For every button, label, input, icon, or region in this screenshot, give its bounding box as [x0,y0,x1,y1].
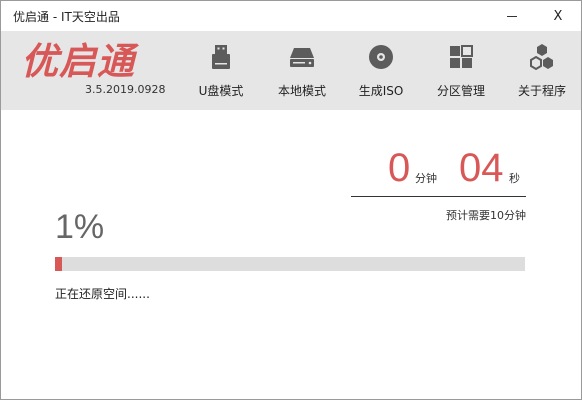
app-logo: 优启通 [21,40,135,83]
usb-mode-button[interactable]: U盘模式 [185,31,257,110]
disc-icon [369,45,393,69]
progress-bar [55,257,525,271]
usb-mode-label: U盘模式 [198,84,244,98]
local-mode-button[interactable]: 本地模式 [266,31,338,110]
partition-grid-icon [450,45,473,68]
progress-panel: 0 分钟 04 秒 预计需要10分钟 1% 正在还原空间...... [1,110,581,399]
close-button[interactable]: X [535,1,581,31]
usb-drive-icon [212,45,230,69]
hexagons-icon [530,44,553,71]
hard-disk-icon [290,48,314,67]
partition-manager-label: 分区管理 [436,84,485,98]
elapsed-seconds: 04 [459,146,504,190]
progress-percent: 1% [55,208,105,246]
partition-manager-button[interactable]: 分区管理 [425,31,497,110]
estimated-time: 预计需要10分钟 [446,209,526,222]
elapsed-minutes: 0 [388,146,411,190]
version-label: 3.5.2019.0928 [85,83,166,96]
about-label: 关于程序 [517,84,566,98]
minutes-unit: 分钟 [415,172,437,185]
local-mode-label: 本地模式 [277,84,326,98]
minimize-icon [507,15,517,17]
app-window: 优启通 - IT天空出品 X 优启通 3.5.2019.0928 U盘模式 本地… [0,0,582,400]
elapsed-timer: 0 分钟 04 秒 [351,148,526,197]
status-text: 正在还原空间...... [55,287,150,301]
progress-bar-fill [55,257,63,271]
make-iso-label: 生成ISO [358,84,404,98]
about-button[interactable]: 关于程序 [506,31,578,110]
minimize-button[interactable] [489,1,535,31]
title-bar[interactable]: 优启通 - IT天空出品 X [1,1,581,31]
seconds-unit: 秒 [509,172,520,185]
toolbar: 优启通 3.5.2019.0928 U盘模式 本地模式 生成ISO 分区管理 关… [1,31,581,110]
make-iso-button[interactable]: 生成ISO [345,31,417,110]
window-title: 优启通 - IT天空出品 [13,10,120,24]
